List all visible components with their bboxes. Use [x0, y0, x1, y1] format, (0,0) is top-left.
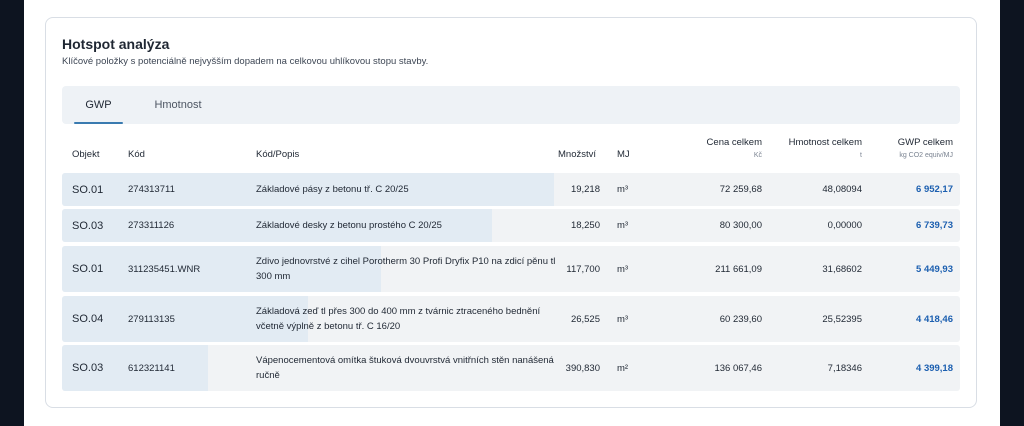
cell-objekt: SO.03 [72, 362, 104, 374]
cell-popis: Zdivo jednovrstvé z cihel Porotherm 30 P… [256, 256, 556, 282]
cell-cena: 211 661,09 [715, 263, 762, 275]
cell-cena: 80 300,00 [719, 220, 762, 231]
cell-objekt: SO.03 [72, 219, 104, 232]
cell-objekt: SO.01 [72, 183, 104, 196]
cell-kod: 273311126 [128, 220, 175, 231]
cell-popis: Vápenocementová omítka štuková dvouvrstv… [256, 355, 554, 381]
col-header-cena-label: Cena celkem [706, 137, 762, 148]
cell-kod: 274313711 [128, 184, 175, 195]
col-header-popis[interactable]: Kód/Popis [256, 149, 299, 160]
cell-mj: m³ [617, 263, 629, 275]
cell-objekt: SO.01 [72, 263, 104, 275]
col-header-gwp[interactable]: GWP celkem kg CO2 equiv/MJ [852, 137, 953, 159]
col-header-gwp-unit: kg CO2 equiv/MJ [899, 152, 953, 159]
cell-popis: Základové pásy z betonu tř. C 20/25 [256, 184, 409, 195]
cell-mj: m³ [617, 313, 629, 325]
table-row[interactable]: SO.04 279113135 Základová zeď tl přes 300 … [62, 296, 960, 342]
col-header-cena[interactable]: Cena celkem Kč [662, 137, 762, 159]
col-header-cena-unit: Kč [753, 152, 762, 159]
cell-gwp: 6 952,17 [916, 184, 953, 195]
table-row[interactable]: SO.03 612321141 Vápenocementová omítka štu… [62, 345, 960, 391]
cell-cena: 60 239,60 [719, 313, 762, 325]
col-header-objekt[interactable]: Objekt [72, 149, 99, 160]
table-row[interactable]: SO.01 311235451.WNR Zdivo jednovrstvé z ci… [62, 246, 960, 292]
cell-kod: 279113135 [128, 313, 175, 325]
cell-kod: 311235451.WNR [128, 263, 201, 275]
page: Hotspot analýza Klíčové položky s potenc… [24, 0, 1000, 426]
cell-hmotnost: 25,52395 [822, 313, 862, 325]
cell-kod: 612321141 [128, 362, 175, 374]
table-row[interactable]: SO.01 274313711 Základové pásy z betonu tř… [62, 173, 960, 206]
cell-cena: 72 259,68 [719, 184, 762, 195]
col-header-hmotnost[interactable]: Hmotnost celkem t [762, 137, 862, 159]
tab-gwp[interactable]: GWP [74, 86, 123, 124]
cell-mnozstvi: 19,218 [570, 184, 600, 195]
cell-popis: Základová zeď tl přes 300 do 400 mm z tv… [256, 306, 541, 332]
col-header-mnozstvi[interactable]: Množství [558, 149, 596, 160]
cell-popis: Základové desky z betonu prostého C 20/2… [256, 220, 442, 231]
cell-hmotnost: 7,18346 [827, 362, 862, 374]
tab-hmotnost[interactable]: Hmotnost [138, 86, 218, 124]
cell-mnozstvi: 18,250 [570, 220, 600, 231]
cell-hmotnost: 48,08094 [822, 184, 862, 195]
cell-mnozstvi: 26,525 [570, 313, 600, 325]
cell-gwp: 5 449,93 [916, 263, 953, 275]
col-header-hmotnost-label: Hmotnost celkem [788, 137, 862, 148]
hotspot-card: Hotspot analýza Klíčové položky s potenc… [45, 17, 977, 408]
cell-gwp: 4 399,18 [916, 362, 953, 374]
col-header-mj[interactable]: MJ [617, 149, 630, 160]
cell-cena: 136 067,46 [714, 362, 762, 374]
cell-hmotnost: 0,00000 [827, 220, 862, 231]
col-header-kod[interactable]: Kód [128, 149, 145, 160]
cell-mnozstvi: 390,830 [565, 362, 600, 374]
cell-mj: m³ [617, 184, 629, 195]
cell-gwp: 6 739,73 [916, 220, 953, 231]
card-title: Hotspot analýza [62, 36, 170, 52]
cell-mj: m² [617, 362, 629, 374]
table-row[interactable]: SO.03 273311126 Základové desky z betonu p… [62, 209, 960, 242]
cell-gwp: 4 418,46 [916, 313, 953, 325]
col-header-gwp-label: GWP celkem [897, 137, 953, 148]
col-header-hmotnost-unit: t [860, 152, 862, 159]
card-subtitle: Klíčové položky s potenciálně nejvyšším … [62, 56, 429, 67]
cell-mnozstvi: 117,700 [566, 263, 600, 275]
cell-hmotnost: 31,68602 [822, 263, 862, 275]
tab-bar: GWP Hmotnost [62, 86, 960, 124]
cell-objekt: SO.04 [72, 313, 104, 325]
cell-mj: m³ [617, 220, 629, 231]
